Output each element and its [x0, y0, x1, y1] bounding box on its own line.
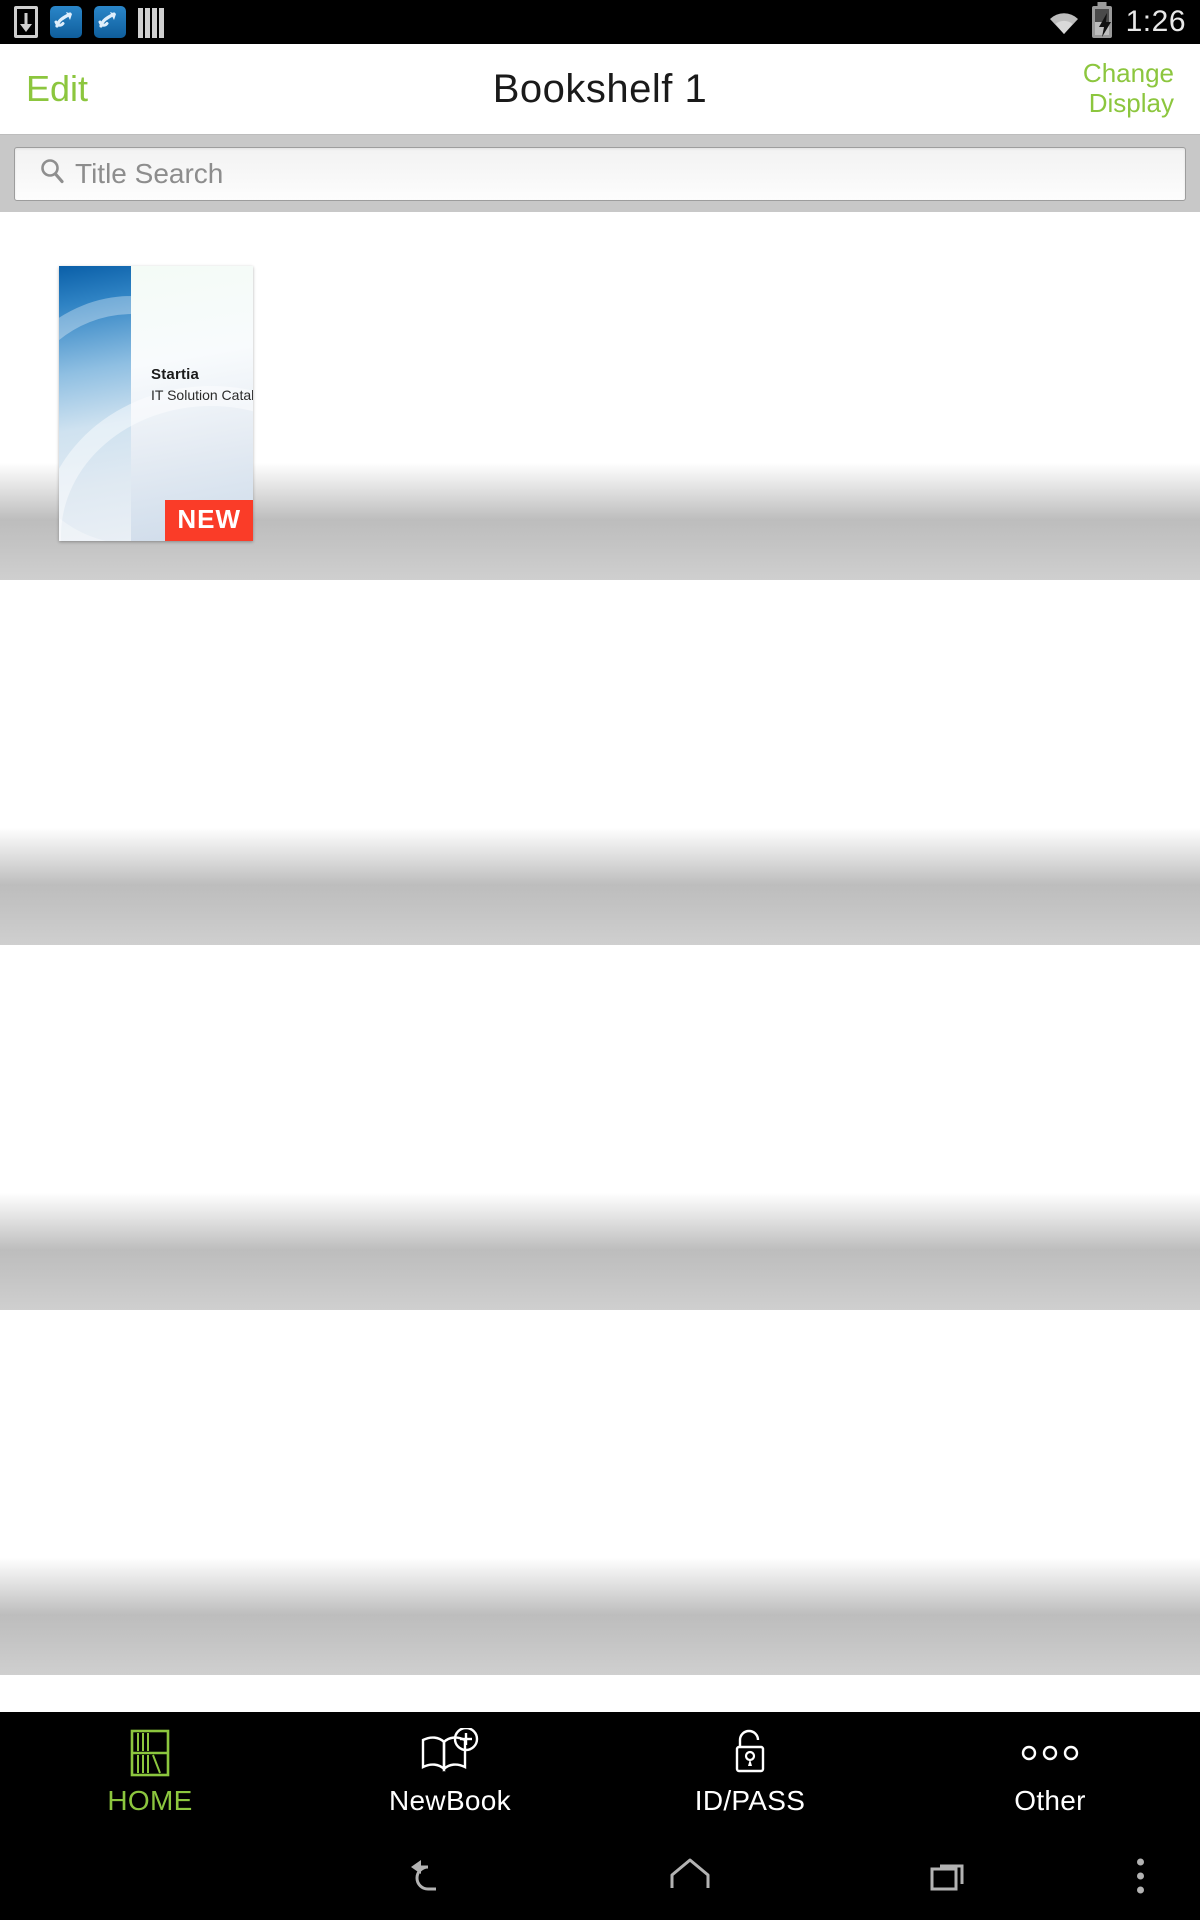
book-subtitle: IT Solution Catalog — [151, 387, 253, 403]
bookshelf-area: Startia IT Solution Catalog NEW — [0, 212, 1200, 1712]
app-header: Bookshelf 1 Edit Change Display — [0, 44, 1200, 134]
change-display-line1: Change — [1082, 58, 1174, 89]
three-dots-icon — [1015, 1727, 1085, 1779]
status-bar-right-icons: 1:26 — [1046, 5, 1186, 39]
bookshelf-icon — [127, 1727, 173, 1779]
tab-other[interactable]: Other — [900, 1712, 1200, 1832]
new-book-icon — [419, 1727, 481, 1779]
bottom-tab-bar: HOME NewBook ID/PASS Other — [0, 1712, 1200, 1832]
tab-other-label: Other — [1014, 1785, 1086, 1816]
overflow-menu-icon[interactable] — [1137, 1858, 1144, 1894]
new-badge: NEW — [165, 500, 253, 541]
search-bar-container: Title Search — [0, 134, 1200, 212]
book-item[interactable]: Startia IT Solution Catalog NEW — [59, 266, 253, 541]
sync-blue-icon-2 — [94, 6, 126, 38]
barcode-icon — [138, 6, 168, 38]
status-bar: 1:26 — [0, 0, 1200, 44]
sync-blue-icon — [50, 6, 82, 38]
search-placeholder: Title Search — [75, 157, 224, 189]
shelf-row-3 — [0, 1185, 1200, 1310]
change-display-line2: Display — [1088, 88, 1174, 118]
tab-idpass-label: ID/PASS — [694, 1785, 806, 1816]
book-cover-text: Startia IT Solution Catalog — [151, 366, 253, 403]
recents-icon[interactable] — [820, 1851, 1080, 1901]
search-icon — [37, 156, 67, 191]
download-icon — [14, 6, 38, 38]
shelf-row-4 — [0, 1550, 1200, 1675]
book-cover: Startia IT Solution Catalog NEW — [59, 266, 253, 541]
system-navigation-bar — [0, 1832, 1200, 1920]
tab-newbook[interactable]: NewBook — [300, 1712, 600, 1832]
tab-home[interactable]: HOME — [0, 1712, 300, 1832]
tab-home-label: HOME — [107, 1785, 193, 1816]
tab-idpass[interactable]: ID/PASS — [600, 1712, 900, 1832]
book-brand: Startia — [151, 366, 200, 383]
change-display-button[interactable]: Change Display — [1082, 58, 1200, 119]
app-screen: 1:26 Bookshelf 1 Edit Change Display Tit… — [0, 0, 1200, 1920]
page-title: Bookshelf 1 — [492, 66, 708, 111]
wifi-icon — [1046, 8, 1082, 36]
back-icon[interactable] — [300, 1851, 560, 1901]
open-padlock-icon — [726, 1727, 774, 1779]
search-input[interactable]: Title Search — [14, 146, 1186, 201]
home-icon[interactable] — [560, 1851, 820, 1901]
shelf-row-2 — [0, 820, 1200, 945]
clock-time: 1:26 — [1125, 5, 1186, 38]
tab-newbook-label: NewBook — [389, 1785, 511, 1816]
status-bar-left-icons — [14, 6, 168, 38]
battery-charging-icon — [1091, 6, 1112, 38]
